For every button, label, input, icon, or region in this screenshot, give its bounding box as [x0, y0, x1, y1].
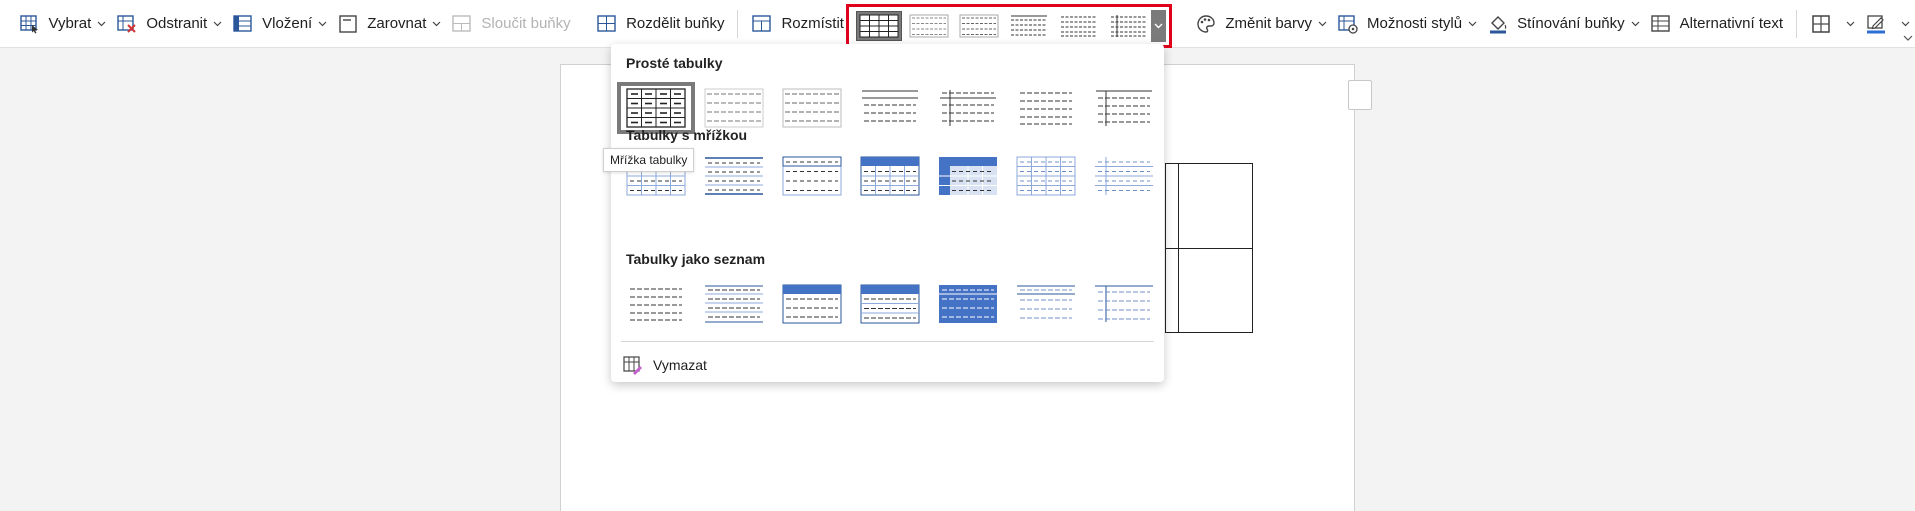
style-options-button[interactable]: Možnosti stylů — [1332, 4, 1482, 44]
chevron-down-icon — [1468, 19, 1477, 28]
alt-text-icon — [1650, 13, 1672, 35]
align-label: Zarovnat — [367, 15, 427, 32]
style-grid-2[interactable] — [695, 150, 773, 202]
pen-icon — [1865, 13, 1887, 35]
change-colors-button[interactable]: Změnit barvy — [1190, 4, 1332, 44]
gallery-style-grid[interactable] — [856, 11, 902, 41]
chevron-down-icon — [1631, 19, 1640, 28]
select-table-icon — [19, 13, 41, 35]
ribbon-scroll-icon[interactable] — [1903, 30, 1913, 41]
distribute-label: Rozmístit — [781, 15, 844, 32]
table-column-line — [1178, 164, 1179, 332]
menu-divider — [621, 341, 1154, 342]
delete-button[interactable]: Odstranit — [111, 4, 227, 44]
style-list-2[interactable] — [695, 278, 773, 330]
style-options-icon — [1337, 13, 1359, 35]
insert-label: Vložení — [262, 15, 313, 32]
insert-button[interactable]: Vložení — [227, 4, 332, 44]
gallery-style-light-grid[interactable] — [906, 11, 952, 41]
gallery-style-light-grid-2[interactable] — [956, 11, 1002, 41]
style-plain-4[interactable] — [851, 82, 929, 134]
merge-cells-label: Sloučit buňky — [481, 15, 571, 32]
delete-label: Odstranit — [146, 15, 208, 32]
ribbon-divider — [1796, 9, 1798, 38]
style-list-7[interactable] — [1085, 278, 1163, 330]
gallery-expand-button[interactable] — [1151, 10, 1166, 42]
style-list-3[interactable] — [773, 278, 851, 330]
style-list-4[interactable] — [851, 278, 929, 330]
split-cells-label: Rozdělit buňky — [626, 15, 725, 32]
page-corner-box — [1348, 80, 1372, 110]
style-plain-6[interactable] — [1007, 82, 1085, 134]
clear-style-button[interactable]: Vymazat — [623, 352, 707, 378]
select-label: Vybrat — [48, 15, 92, 32]
chevron-down-icon — [97, 19, 106, 28]
document-table[interactable] — [1165, 163, 1253, 333]
table-styles-gallery — [846, 4, 1172, 48]
style-grid-6[interactable] — [1007, 150, 1085, 202]
align-icon — [337, 13, 359, 35]
chevron-down-icon — [318, 19, 327, 28]
cell-shading-button[interactable]: Stínování buňky — [1482, 4, 1645, 44]
style-plain-3[interactable] — [773, 82, 851, 134]
clear-style-label: Vymazat — [653, 357, 707, 373]
distribute-icon — [751, 13, 773, 35]
cell-shading-label: Stínování buňky — [1517, 15, 1625, 32]
insert-rows-icon — [232, 13, 254, 35]
palette-icon — [1195, 13, 1217, 35]
change-colors-label: Změnit barvy — [1225, 15, 1313, 32]
style-plain-7[interactable] — [1085, 82, 1163, 134]
chevron-down-icon — [1154, 17, 1163, 35]
section-title-plain: Prosté tabulky — [626, 55, 723, 71]
borders-icon — [1810, 13, 1832, 35]
delete-table-icon — [116, 13, 138, 35]
style-row-grid — [617, 150, 1161, 202]
style-grid-7[interactable] — [1085, 150, 1163, 202]
style-options-label: Možnosti stylů — [1367, 15, 1463, 32]
gallery-style-header-lines[interactable] — [1006, 11, 1052, 41]
split-cells-icon — [596, 13, 618, 35]
merge-cells-button[interactable]: Sloučit buňky — [446, 4, 575, 44]
chevron-down-icon — [213, 19, 222, 28]
merge-cells-icon — [451, 13, 473, 35]
alt-text-button[interactable]: Alternativní text — [1645, 4, 1788, 44]
align-button[interactable]: Zarovnat — [332, 4, 446, 44]
gallery-style-plain-5[interactable] — [1106, 11, 1152, 41]
clear-table-style-icon — [623, 355, 643, 375]
gallery-style-plain-4[interactable] — [1056, 11, 1102, 41]
style-grid-4[interactable] — [851, 150, 929, 202]
borders-button[interactable] — [1805, 4, 1860, 44]
style-grid-3[interactable] — [773, 150, 851, 202]
alt-text-label: Alternativní text — [1679, 15, 1784, 32]
style-list-5[interactable] — [929, 278, 1007, 330]
ribbon-divider — [737, 9, 739, 38]
style-list-6[interactable] — [1007, 278, 1085, 330]
section-title-grid: Tabulky s mřížkou — [626, 127, 748, 143]
select-button[interactable]: Vybrat — [14, 4, 112, 44]
section-title-list: Tabulky jako seznam — [626, 251, 766, 267]
chevron-down-icon — [1901, 19, 1910, 28]
split-cells-button[interactable]: Rozdělit buňky — [591, 4, 729, 44]
style-grid-5[interactable] — [929, 150, 1007, 202]
style-row-list — [617, 278, 1161, 330]
style-tooltip: Mřížka tabulky — [603, 148, 695, 172]
style-plain-5[interactable] — [929, 82, 1007, 134]
chevron-down-icon — [1318, 19, 1327, 28]
chevron-down-icon — [1846, 19, 1855, 28]
table-styles-dropdown: Prosté tabulky Tabulky s mřížkou Tabulky… — [611, 44, 1164, 382]
paint-bucket-icon — [1487, 13, 1509, 35]
chevron-down-icon — [432, 19, 441, 28]
style-list-1[interactable] — [617, 278, 695, 330]
